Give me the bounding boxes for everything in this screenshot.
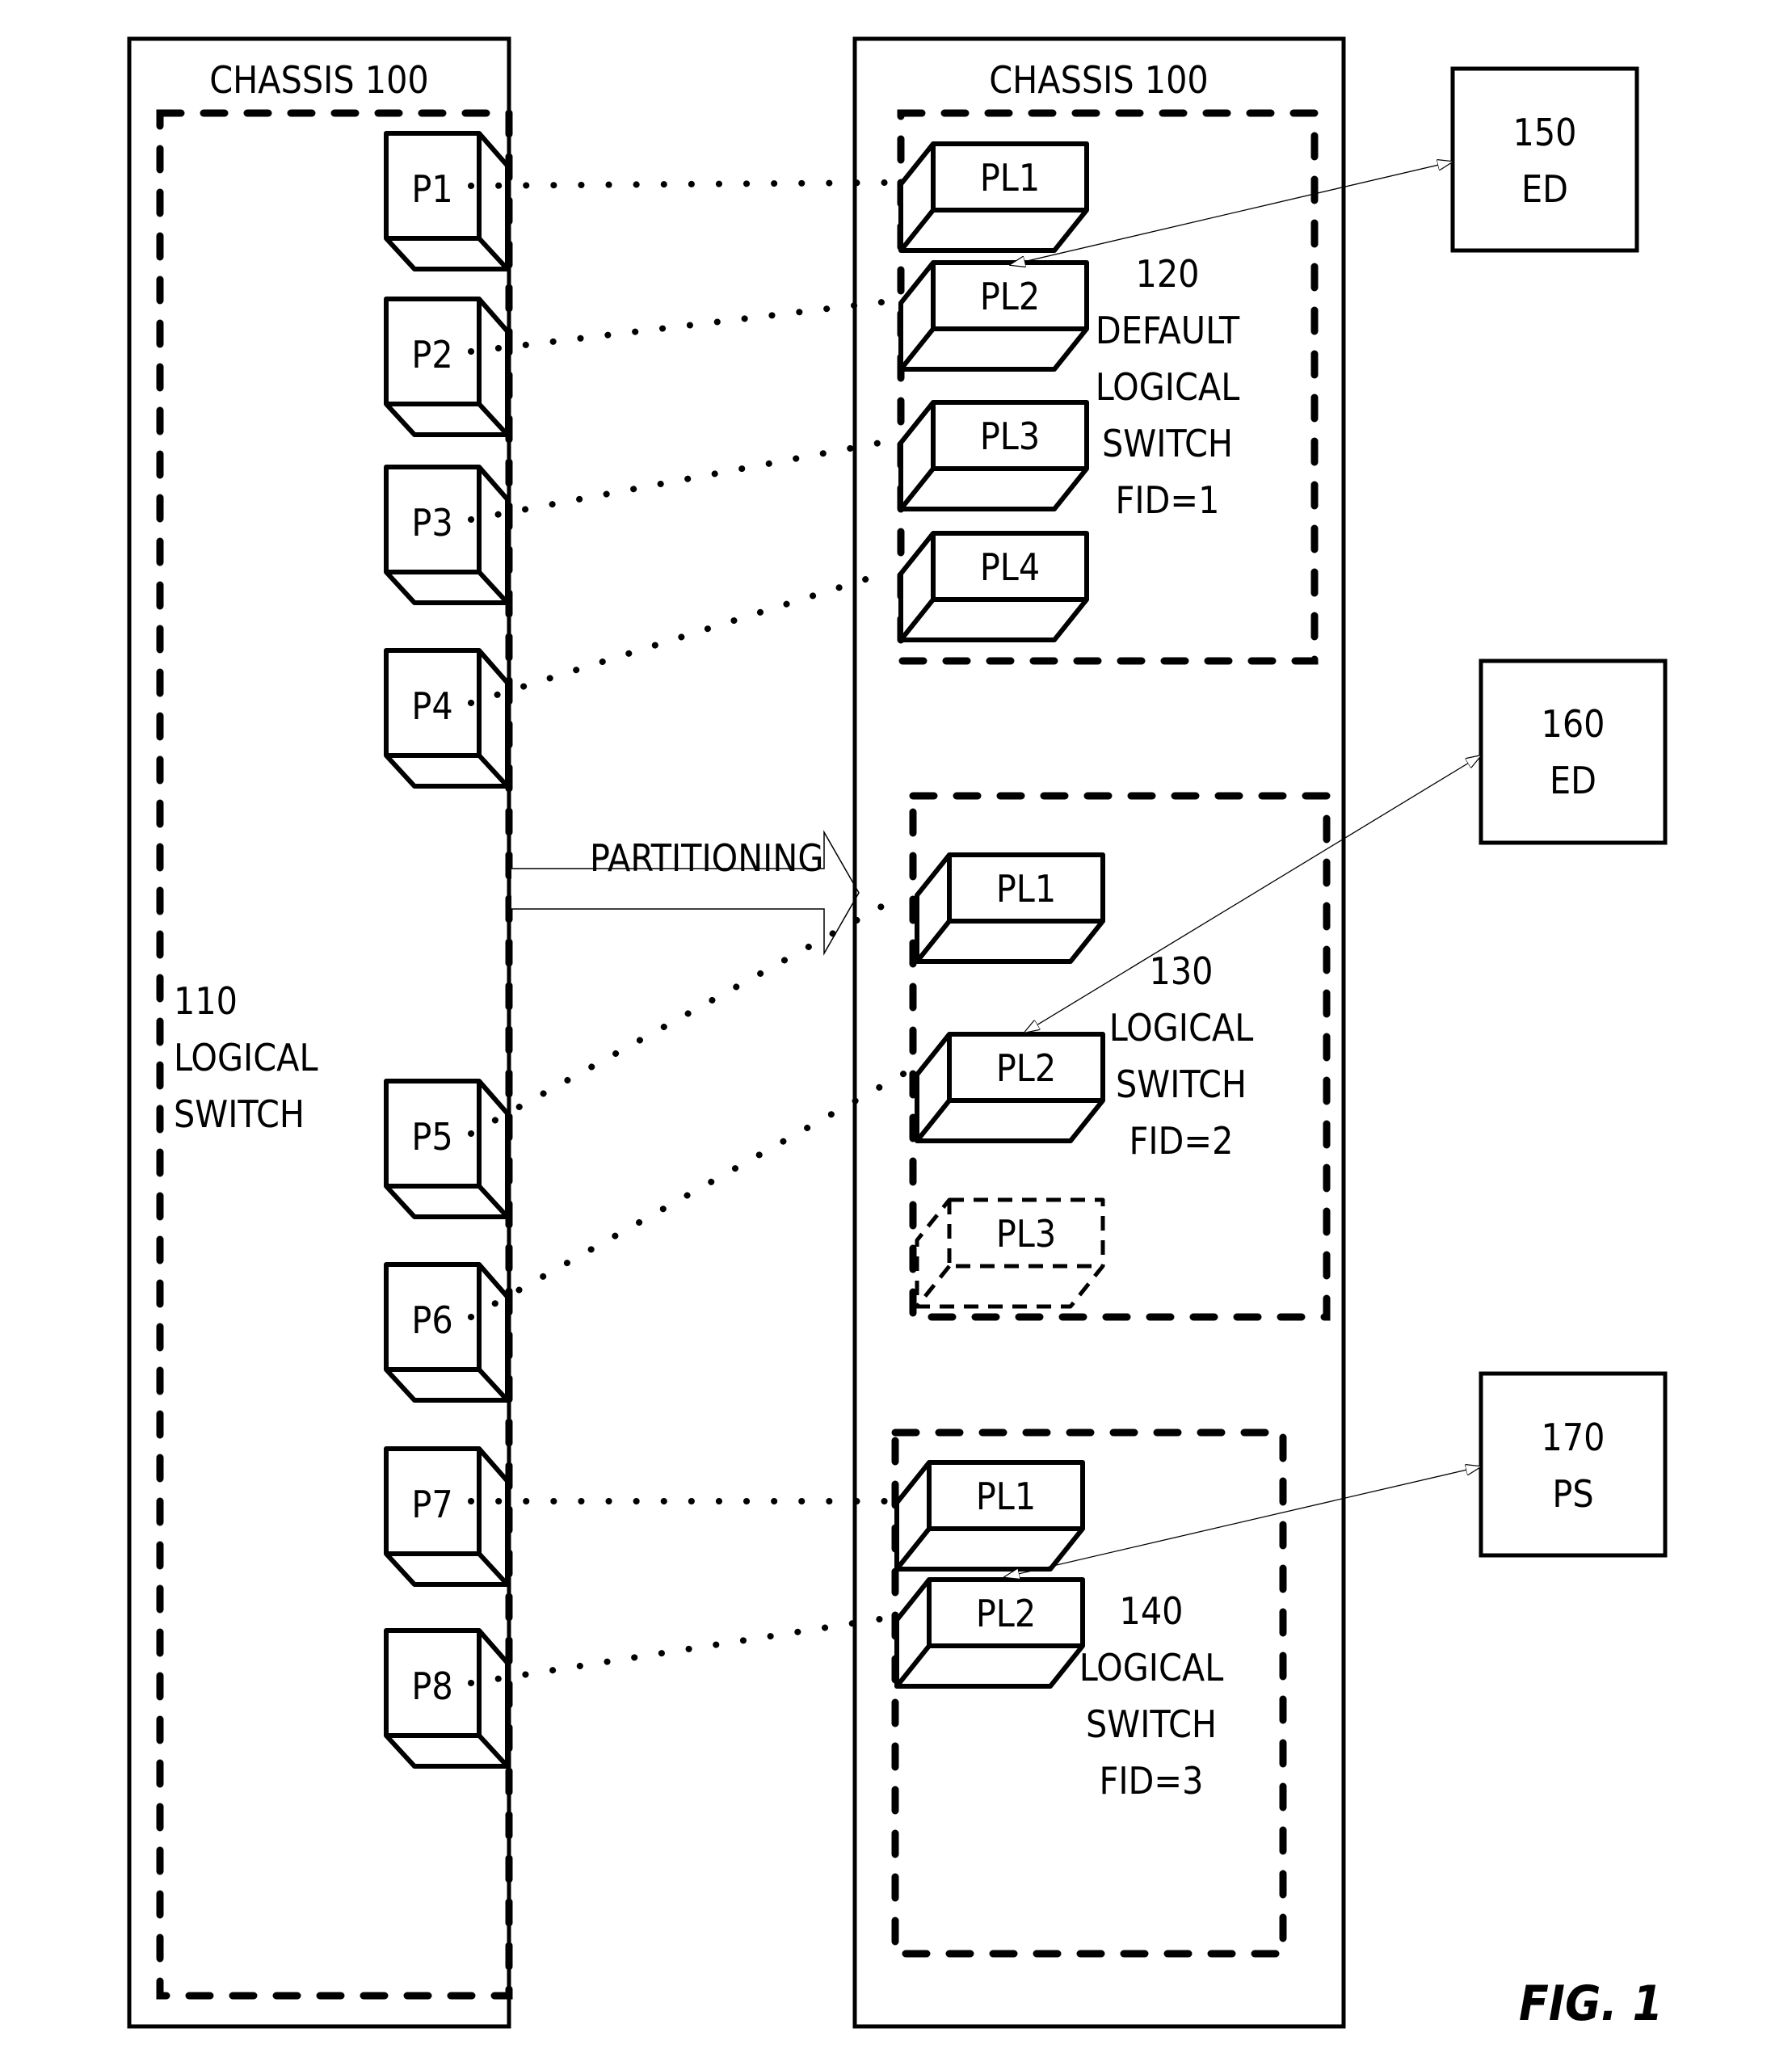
svg-text:PL2: PL2 [980, 275, 1040, 318]
svg-text:FID=1: FID=1 [1116, 478, 1220, 522]
svg-text:LOGICAL: LOGICAL [1079, 1646, 1224, 1689]
logical-switch-diagram: CHASSIS 100 110 LOGICAL SWITCH P1 P2 P3 P4 P… [127, 36, 1668, 2032]
port-link-5 [468, 890, 908, 1137]
port-p4: P4 [384, 648, 510, 789]
svg-text:P1: P1 [411, 167, 452, 211]
switch-3-port-pl2: PL2 [894, 1577, 1085, 1689]
port-link-1 [468, 179, 892, 189]
device-160: 160 ED [1479, 659, 1668, 845]
right-chassis-title: CHASSIS 100 [989, 58, 1209, 102]
port-p2: P2 [384, 297, 510, 437]
svg-text:110: 110 [174, 979, 238, 1023]
svg-text:FID=3: FID=3 [1100, 1759, 1204, 1803]
svg-text:P3: P3 [411, 501, 452, 545]
svg-text:SWITCH: SWITCH [1102, 422, 1233, 465]
switch-1-port-pl4: PL4 [898, 531, 1089, 642]
port-p8: P8 [384, 1628, 510, 1769]
port-link-8 [468, 1615, 888, 1686]
svg-text:DEFAULT: DEFAULT [1096, 309, 1240, 352]
svg-text:P4: P4 [411, 684, 452, 728]
svg-text:ED: ED [1521, 167, 1568, 211]
svg-text:LOGICAL: LOGICAL [1109, 1006, 1254, 1050]
left-chassis-title: CHASSIS 100 [209, 58, 429, 102]
svg-text:PS: PS [1552, 1472, 1593, 1516]
svg-text:PL1: PL1 [976, 1475, 1036, 1518]
switch-2-port-pl2: PL2 [915, 1032, 1105, 1143]
switch-1-port-pl1: PL1 [898, 141, 1089, 253]
port-link-4 [468, 569, 892, 706]
svg-text:PL1: PL1 [996, 867, 1056, 911]
port-p6: P6 [384, 1262, 510, 1403]
svg-text:PARTITIONING: PARTITIONING [590, 836, 823, 880]
port-link-2 [468, 298, 892, 355]
svg-text:SWITCH: SWITCH [174, 1092, 305, 1136]
svg-text:FID=2: FID=2 [1129, 1119, 1234, 1163]
device-150: 150 ED [1450, 66, 1639, 253]
port-p3: P3 [384, 465, 510, 605]
port-p1: P1 [384, 131, 510, 271]
svg-text:130: 130 [1150, 949, 1214, 993]
port-link-6 [468, 1070, 908, 1320]
svg-text:SWITCH: SWITCH [1086, 1702, 1217, 1746]
svg-text:PL1: PL1 [980, 156, 1040, 200]
switch-2-port-pl1: PL1 [915, 852, 1105, 964]
svg-text:PL4: PL4 [980, 545, 1040, 589]
switch-1-port-pl2: PL2 [898, 260, 1089, 372]
svg-text:P8: P8 [411, 1664, 452, 1708]
figure-label: FIG. 1 [1519, 1976, 1663, 2032]
svg-text:P6: P6 [411, 1298, 452, 1342]
logical-switch-120-label: 120 DEFAULT LOGICAL SWITCH FID=1 [1096, 252, 1240, 522]
svg-text:120: 120 [1136, 252, 1200, 296]
switch-1-port-pl3: PL3 [898, 400, 1089, 511]
svg-text:P5: P5 [411, 1115, 452, 1159]
port-mapping-links [468, 179, 908, 1686]
port-p5: P5 [384, 1079, 510, 1219]
device-170: 170 PS [1479, 1371, 1668, 1558]
svg-text:PL3: PL3 [996, 1212, 1056, 1256]
svg-text:ED: ED [1550, 759, 1596, 802]
svg-text:P7: P7 [411, 1483, 452, 1526]
svg-text:160: 160 [1542, 702, 1605, 746]
port-link-3 [468, 438, 892, 523]
svg-text:170: 170 [1542, 1416, 1605, 1459]
logical-switch-110-label: 110 LOGICAL SWITCH [174, 979, 318, 1136]
port-p7: P7 [384, 1446, 510, 1587]
svg-text:150: 150 [1513, 111, 1577, 154]
svg-text:SWITCH: SWITCH [1116, 1062, 1247, 1106]
svg-text:PL2: PL2 [996, 1046, 1056, 1090]
svg-text:P2: P2 [411, 333, 452, 377]
svg-text:LOGICAL: LOGICAL [1096, 365, 1240, 409]
switch-2-port-pl3: PL3 [915, 1197, 1105, 1309]
svg-text:LOGICAL: LOGICAL [174, 1036, 318, 1079]
svg-text:PL3: PL3 [980, 414, 1040, 458]
svg-text:PL2: PL2 [976, 1592, 1036, 1635]
logical-switch-140-label: 140 LOGICAL SWITCH FID=3 [1079, 1589, 1224, 1803]
logical-switch-130-label: 130 LOGICAL SWITCH FID=2 [1109, 949, 1254, 1163]
svg-text:140: 140 [1120, 1589, 1184, 1633]
partitioning-arrow: PARTITIONING [511, 830, 860, 956]
switch-3-port-pl1: PL1 [894, 1460, 1085, 1572]
